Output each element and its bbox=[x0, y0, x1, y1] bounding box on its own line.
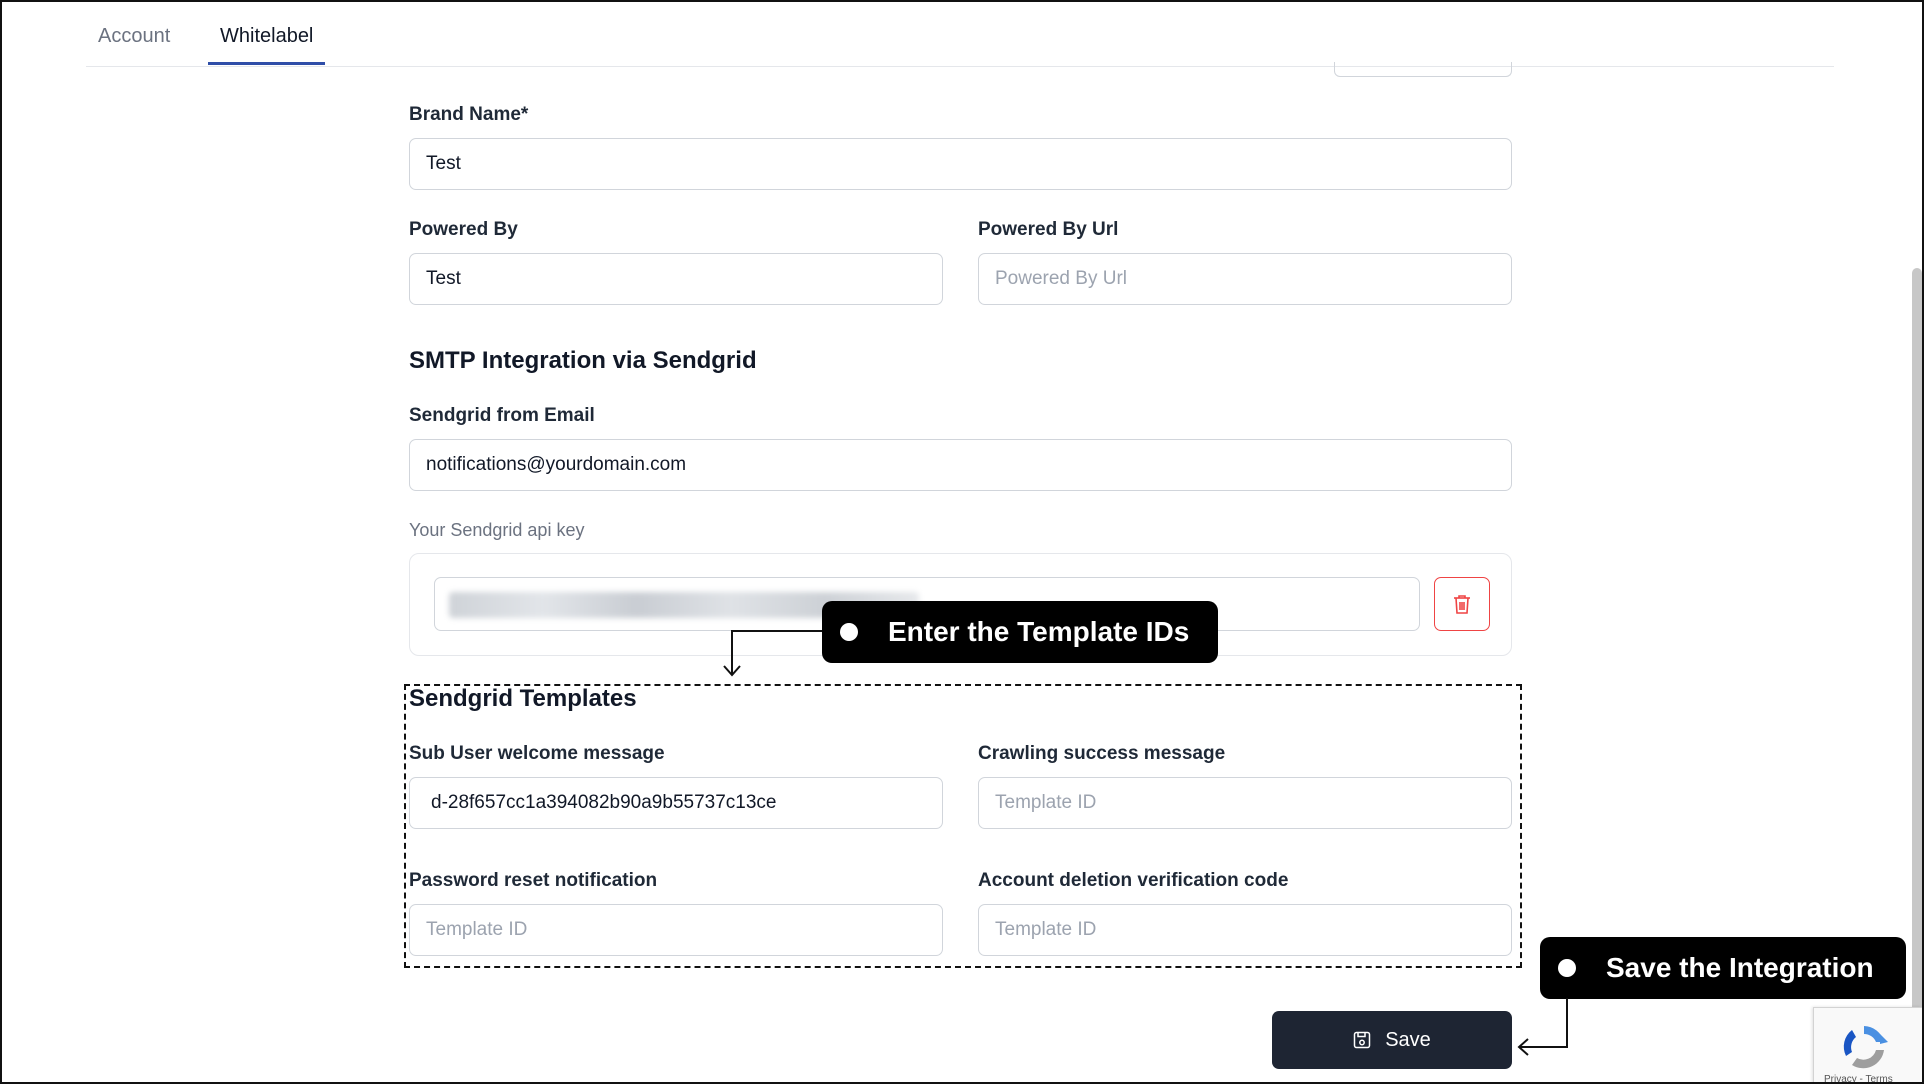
tab-whitelabel[interactable]: Whitelabel bbox=[207, 24, 326, 65]
brand-name-input[interactable] bbox=[409, 138, 1512, 190]
callout-template-ids-text: Enter the Template IDs bbox=[888, 616, 1190, 647]
powered-by-url-input[interactable] bbox=[978, 253, 1512, 305]
callout-save-integration: Save the Integration bbox=[1540, 937, 1906, 999]
save-icon bbox=[1353, 1031, 1371, 1049]
callout-dot bbox=[840, 623, 858, 641]
sub-user-label: Sub User welcome message bbox=[409, 743, 665, 764]
tab-account[interactable]: Account bbox=[98, 24, 170, 64]
delete-api-key-button[interactable] bbox=[1434, 577, 1490, 631]
trash-icon bbox=[1454, 595, 1470, 614]
password-reset-label: Password reset notification bbox=[409, 870, 658, 891]
account-deletion-label: Account deletion verification code bbox=[978, 870, 1289, 891]
callout-save-integration-text: Save the Integration bbox=[1606, 952, 1874, 983]
partial-button[interactable] bbox=[1334, 62, 1512, 77]
callout-template-ids: Enter the Template IDs bbox=[822, 601, 1218, 663]
crawling-template-input[interactable] bbox=[978, 777, 1512, 829]
templates-section-title: Sendgrid Templates bbox=[409, 685, 637, 712]
recaptcha-badge[interactable]: Privacy - Terms bbox=[1813, 1007, 1922, 1082]
recaptcha-icon bbox=[1843, 1026, 1888, 1069]
sub-user-template-input[interactable] bbox=[409, 777, 943, 829]
smtp-section-title: SMTP Integration via Sendgrid bbox=[409, 347, 757, 374]
callout-arrow-templates bbox=[723, 630, 824, 677]
sendgrid-email-input[interactable] bbox=[409, 439, 1512, 491]
callout-dot bbox=[1558, 959, 1576, 977]
scrollbar[interactable] bbox=[1912, 268, 1922, 1082]
powered-by-input[interactable] bbox=[409, 253, 943, 305]
account-deletion-template-input[interactable] bbox=[978, 904, 1512, 956]
app-window: Account Whitelabel Brand Name* Powered B… bbox=[0, 0, 1924, 1084]
save-button-label: Save bbox=[1385, 1028, 1431, 1051]
api-key-label: Your Sendgrid api key bbox=[409, 520, 585, 540]
brand-name-label: Brand Name* bbox=[409, 104, 529, 125]
powered-by-label: Powered By bbox=[409, 219, 518, 240]
recaptcha-footer[interactable]: Privacy - Terms bbox=[1824, 1074, 1893, 1082]
tab-bar: Account Whitelabel bbox=[86, 2, 1834, 67]
callout-arrow-save bbox=[1517, 998, 1568, 1056]
sendgrid-email-label: Sendgrid from Email bbox=[409, 405, 595, 426]
password-reset-template-input[interactable] bbox=[409, 904, 943, 956]
crawling-label: Crawling success message bbox=[978, 743, 1226, 764]
powered-by-url-label: Powered By Url bbox=[978, 219, 1119, 240]
save-button[interactable]: Save bbox=[1272, 1011, 1512, 1069]
